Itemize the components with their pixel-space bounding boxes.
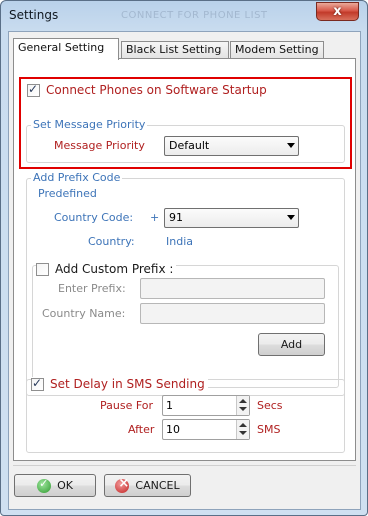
delay-label: Set Delay in SMS Sending bbox=[50, 377, 205, 391]
enter-prefix-label: Enter Prefix: bbox=[58, 282, 126, 295]
country-label: Country: bbox=[88, 235, 135, 248]
after-unit-label: SMS bbox=[257, 423, 281, 436]
pause-for-label: Pause For bbox=[100, 399, 154, 412]
settings-window: Settings CONNECT FOR PHONE LIST x Genera… bbox=[0, 0, 368, 516]
country-value: India bbox=[166, 235, 193, 248]
message-priority-select[interactable]: Default bbox=[164, 136, 299, 156]
custom-prefix-checkbox[interactable] bbox=[36, 262, 49, 276]
message-priority-value: Default bbox=[169, 139, 210, 152]
spin-up-icon[interactable] bbox=[239, 423, 247, 427]
chevron-down-icon bbox=[287, 215, 295, 220]
spin-down-icon[interactable] bbox=[239, 431, 247, 435]
country-code-select[interactable]: 91 bbox=[164, 208, 299, 228]
custom-prefix-label: Add Custom Prefix : bbox=[55, 262, 174, 276]
tab-modem-setting[interactable]: Modem Setting bbox=[230, 41, 324, 59]
cancel-label: CANCEL bbox=[135, 479, 180, 492]
title-bar[interactable]: Settings CONNECT FOR PHONE LIST x bbox=[1, 1, 367, 31]
spin-up-icon[interactable] bbox=[239, 399, 247, 403]
delay-checkbox[interactable] bbox=[31, 376, 44, 391]
pause-for-value: 1 bbox=[166, 399, 173, 412]
ok-button[interactable]: OK bbox=[14, 474, 96, 497]
ok-label: OK bbox=[57, 479, 73, 492]
after-spinner[interactable] bbox=[236, 420, 249, 439]
ok-check-icon bbox=[37, 477, 52, 493]
after-label: After bbox=[128, 423, 155, 436]
footer-divider bbox=[13, 465, 356, 466]
enter-prefix-input[interactable] bbox=[140, 278, 325, 299]
general-setting-panel: Connect Phones on Software Startup Set M… bbox=[13, 58, 356, 461]
close-icon: x bbox=[333, 4, 342, 19]
delay-row[interactable]: Set Delay in SMS Sending bbox=[31, 376, 208, 391]
pause-for-input[interactable]: 1 bbox=[162, 395, 250, 416]
chevron-down-icon bbox=[287, 143, 295, 148]
country-name-input[interactable] bbox=[140, 303, 325, 324]
country-code-label: Country Code: bbox=[54, 211, 134, 224]
close-button[interactable]: x bbox=[316, 2, 359, 21]
prefix-code-group-title: Add Prefix Code bbox=[31, 171, 123, 184]
spin-down-icon[interactable] bbox=[239, 407, 247, 411]
message-priority-group-title: Set Message Priority bbox=[31, 118, 148, 131]
add-button[interactable]: Add bbox=[258, 333, 325, 356]
window-title: Settings bbox=[9, 8, 59, 22]
title-ghost-text: CONNECT FOR PHONE LIST bbox=[121, 10, 268, 21]
country-name-label: Country Name: bbox=[42, 307, 126, 320]
country-code-value: 91 bbox=[169, 211, 183, 224]
after-value: 10 bbox=[166, 423, 180, 436]
custom-prefix-row[interactable]: Add Custom Prefix : bbox=[36, 262, 177, 276]
tab-general-setting[interactable]: General Setting bbox=[13, 38, 119, 60]
message-priority-label: Message Priority bbox=[54, 139, 145, 152]
pause-for-spinner[interactable] bbox=[236, 396, 249, 415]
cancel-button[interactable]: CANCEL bbox=[104, 474, 191, 497]
connect-startup-checkbox[interactable] bbox=[27, 82, 40, 97]
client-area: General Setting Black List Setting Modem… bbox=[8, 31, 361, 510]
predefined-label: Predefined bbox=[38, 187, 97, 200]
pause-unit-label: Secs bbox=[257, 399, 283, 412]
plus-sign: + bbox=[150, 211, 160, 224]
connect-startup-row[interactable]: Connect Phones on Software Startup bbox=[27, 82, 267, 97]
connect-startup-label: Connect Phones on Software Startup bbox=[46, 83, 267, 97]
cancel-x-icon bbox=[115, 476, 130, 493]
after-input[interactable]: 10 bbox=[162, 419, 250, 440]
tab-black-list-setting[interactable]: Black List Setting bbox=[121, 41, 229, 59]
